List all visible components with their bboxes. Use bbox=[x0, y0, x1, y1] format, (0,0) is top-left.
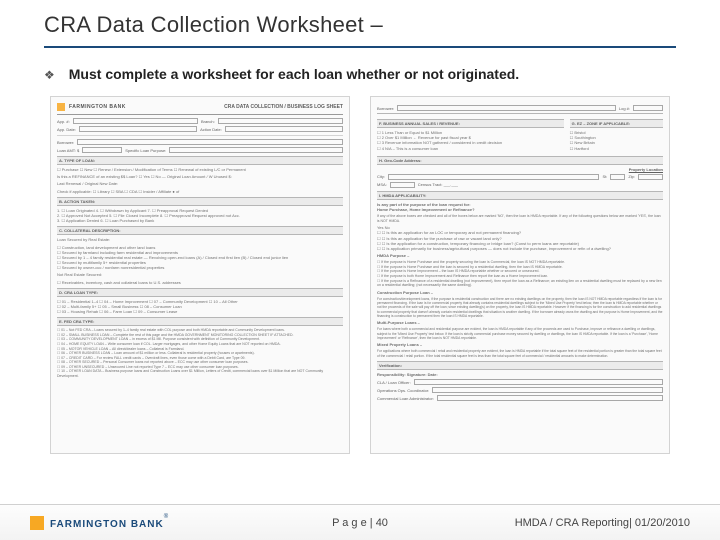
section-f-head: F. BUSINESS ANNUAL SALES / REVENUE: bbox=[377, 119, 564, 128]
section-a-check: Check if applicable: ☐ Library ☐ SBA ☐ C… bbox=[57, 189, 343, 194]
constr-body: For construction/development loans, if t… bbox=[377, 297, 663, 318]
sig3: Commercial Loan Administrator: bbox=[377, 396, 434, 401]
section-b-head: B. ACTION TAKEN: bbox=[57, 197, 343, 206]
label-appdate: App. Date: bbox=[57, 127, 76, 132]
input-msa[interactable] bbox=[390, 182, 415, 188]
forms-area: FARMINGTON BANK CRA DATA COLLECTION / BU… bbox=[0, 90, 720, 454]
label-city: City: bbox=[377, 174, 385, 179]
label-borrower: Borrower: bbox=[57, 140, 74, 145]
label-log: Log #: bbox=[619, 106, 630, 111]
form-page-1: FARMINGTON BANK CRA DATA COLLECTION / BU… bbox=[50, 96, 350, 454]
section-i-head: I. HMDA APPLICABILITY: bbox=[377, 191, 663, 200]
form1-brand: FARMINGTON BANK bbox=[69, 104, 126, 110]
sig1: CLA / Loan Officer: bbox=[377, 380, 411, 385]
bullet-row: ❖ Must complete a worksheet for each loa… bbox=[0, 48, 720, 90]
section-a-opts: ☐ Purchase ☐ New ☐ Renew / Extension / M… bbox=[57, 167, 343, 172]
label-loanamt: Loan AMT: $ bbox=[57, 148, 79, 153]
constr-head: Construction Purpose Loan – bbox=[377, 290, 663, 295]
section-b-opts: 1. ☐ Loan Originated 4. ☐ Withdrawn by A… bbox=[57, 208, 343, 224]
bank-logo-icon bbox=[30, 516, 44, 530]
input-borrower2[interactable] bbox=[397, 105, 616, 111]
form1-app-row: App. #: Branch: bbox=[57, 118, 343, 124]
input-zip[interactable] bbox=[638, 174, 663, 180]
multi-body: For loans where both a commercial and re… bbox=[377, 327, 663, 340]
bank-logo-icon bbox=[57, 103, 65, 111]
section-i-lead: Is any part of the purpose of the loan r… bbox=[377, 202, 663, 212]
diamond-bullet-icon: ❖ bbox=[44, 68, 55, 82]
section-a-head: A. TYPE OF LOAN: bbox=[57, 156, 343, 165]
section-i-opts: Yes No ☐ ☐ Is this an application for an… bbox=[377, 225, 663, 251]
input-appdate[interactable] bbox=[79, 126, 197, 132]
section-c-opts: ☐ Construction, land development and oth… bbox=[57, 245, 343, 271]
label-branch: Branch: bbox=[201, 119, 215, 124]
label-borrower2: Borrower: bbox=[377, 106, 394, 111]
bullet-text: Must complete a worksheet for each loan … bbox=[69, 66, 519, 82]
section-d-opts: ☐ 01 – Residential 1–4 ☐ 04 – Home Impro… bbox=[57, 299, 343, 315]
input-st[interactable] bbox=[610, 174, 625, 180]
section-c-head: C. COLLATERAL DESCRIPTION: bbox=[57, 226, 343, 235]
section-a-line3: Last Renewal / Original New Date: bbox=[57, 181, 343, 186]
input-branch[interactable] bbox=[218, 118, 343, 124]
hmda-purpose-head: HMDA Purpose – bbox=[377, 253, 663, 258]
footer-logo: FARMINGTON BANK® bbox=[30, 514, 168, 532]
label-actiondate: Action Date: bbox=[200, 127, 222, 132]
input-city[interactable] bbox=[388, 174, 599, 180]
input-app[interactable] bbox=[73, 118, 198, 124]
section-e-head: E. FED CRA TYPE: bbox=[57, 317, 343, 326]
input-actiondate[interactable] bbox=[225, 126, 343, 132]
section-c-nre: Not Real Estate Secured: bbox=[57, 272, 343, 277]
footer-meta: HMDA / CRA Reporting| 01/20/2010 bbox=[515, 517, 690, 529]
label-zip: Zip: bbox=[628, 174, 635, 179]
input-purpose[interactable] bbox=[169, 147, 343, 153]
slide-footer: FARMINGTON BANK® P a g e | 40 HMDA / CRA… bbox=[0, 504, 720, 540]
hmda-purpose-body: ☐ If the purpose is Home Purchase and th… bbox=[377, 260, 663, 287]
form1-appdate-row: App. Date: Action Date: bbox=[57, 126, 343, 132]
slide-header: CRA Data Collection Worksheet – bbox=[0, 0, 720, 42]
section-g-opts: ☐ Bristol ☐ Southington ☐ New Britain ☐ … bbox=[570, 130, 663, 151]
section-h-head: H. Geo-Code Address: bbox=[377, 156, 663, 165]
footer-brand-reg: ® bbox=[164, 514, 168, 520]
slide-title: CRA Data Collection Worksheet – bbox=[44, 12, 720, 38]
section-c-sub: Loan Secured by Real Estate: bbox=[57, 237, 343, 242]
input-sig2[interactable] bbox=[432, 387, 663, 393]
input-loanamt[interactable] bbox=[82, 147, 122, 153]
sig2: Operations Ops. Coordinator: bbox=[377, 388, 429, 393]
sig-head: Responsibility: Signature: Date: bbox=[377, 372, 663, 377]
label-msa: MSA: bbox=[377, 182, 387, 187]
form1-title: CRA DATA COLLECTION / BUSINESS LOG SHEET bbox=[130, 104, 343, 110]
input-sig3[interactable] bbox=[437, 395, 663, 401]
mixed-head: Mixed Property Loans – bbox=[377, 342, 663, 347]
footer-brand: FARMINGTON BANK bbox=[50, 519, 164, 530]
footer-page-number: P a g e | 40 bbox=[332, 517, 388, 529]
input-borrower[interactable] bbox=[77, 139, 343, 145]
multi-head: Multi-Purpose Loans – bbox=[377, 320, 663, 325]
verif-head: Verification: bbox=[377, 361, 663, 370]
label-census: Census Tract: ___.___ bbox=[418, 182, 458, 187]
section-i-note: If any of the above boxes are checked an… bbox=[377, 214, 663, 223]
label-st: St: bbox=[602, 174, 607, 179]
form-page-2: Borrower: Log #: F. BUSINESS ANNUAL SALE… bbox=[370, 96, 670, 454]
section-c-nre2: ☐ Receivables, inventory, cash and colla… bbox=[57, 280, 343, 285]
input-sig1[interactable] bbox=[414, 379, 663, 385]
label-purpose: Specific Loan Purpose: bbox=[125, 148, 166, 153]
section-a-line2: Is this a REFINANCE of an existing $$ Lo… bbox=[57, 174, 343, 179]
section-e-text: ☐ 01 – Not FED CRA – Loans secured by 1–… bbox=[57, 328, 343, 378]
mixed-body: For applications where both commercial /… bbox=[377, 349, 663, 358]
section-d-head: D. CRA LOAN TYPE: bbox=[57, 288, 343, 297]
input-log[interactable] bbox=[633, 105, 663, 111]
section-f-opts: ☐ 1 Less Than or Equal to $1 Million ☐ 2… bbox=[377, 130, 564, 151]
form1-header: FARMINGTON BANK CRA DATA COLLECTION / BU… bbox=[57, 103, 343, 115]
label-app: App. #: bbox=[57, 119, 70, 124]
prop-loc-head: Property Location bbox=[377, 167, 663, 172]
section-g-head: G. EZ – ZONE IF APPLICABLE: bbox=[570, 119, 663, 128]
